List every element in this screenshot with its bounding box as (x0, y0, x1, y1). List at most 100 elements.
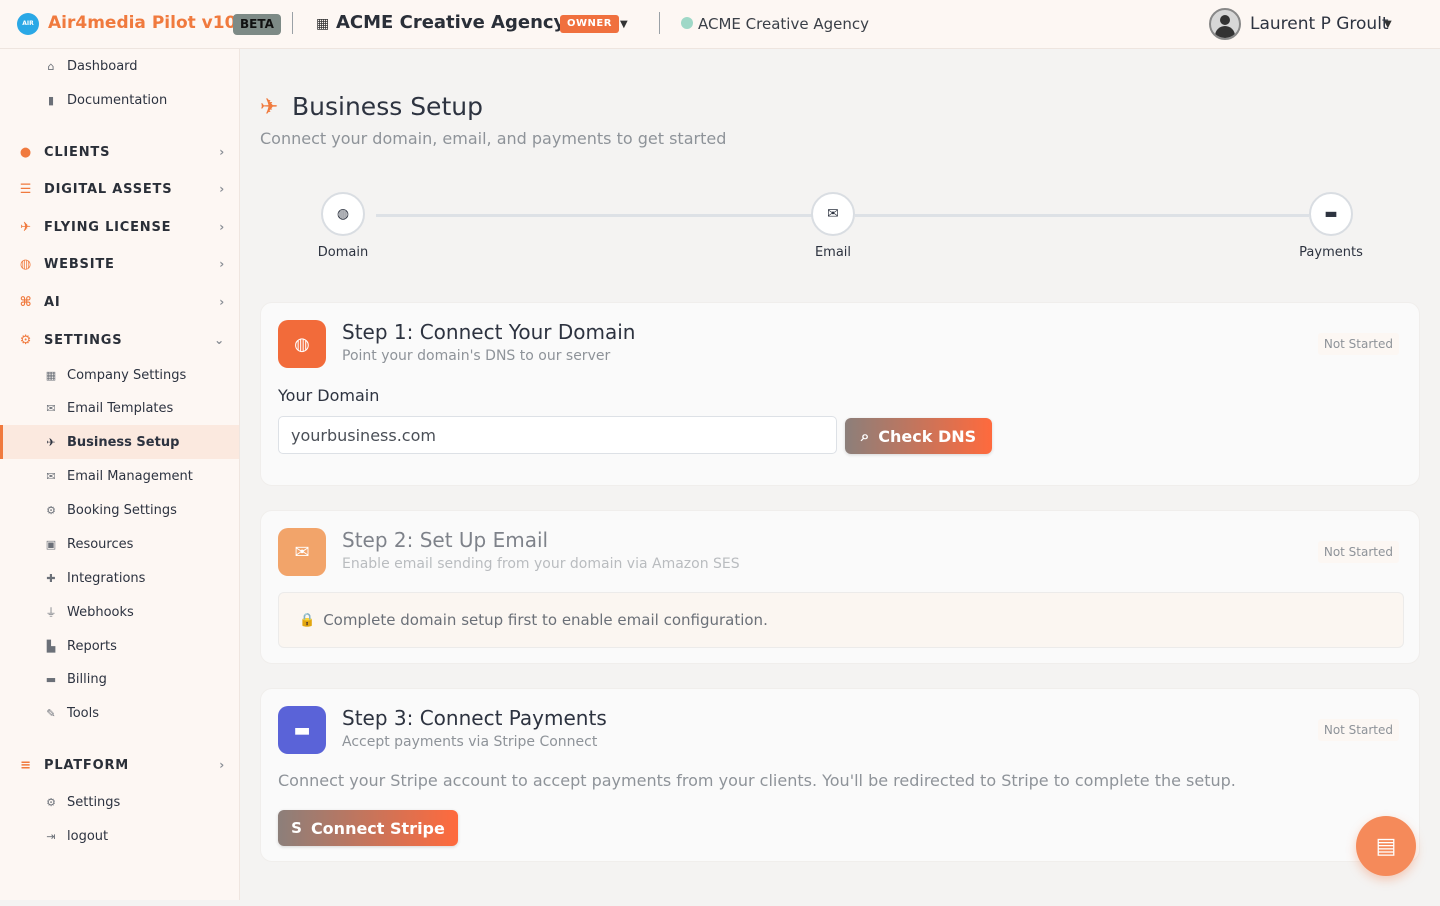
sidebar-item-company-settings[interactable]: ▦ Company Settings (0, 358, 239, 392)
stripe-description: Connect your Stripe account to accept pa… (278, 771, 1236, 790)
notice-text: Complete domain setup first to enable em… (323, 611, 768, 629)
sidebar: ⌂ Dashboard ▮ Documentation ● CLIENTS › … (0, 49, 240, 900)
step3-card: ▬ Step 3: Connect Payments Accept paymen… (260, 688, 1420, 862)
sidebar-item-label: Booking Settings (67, 502, 177, 518)
caret-down-icon[interactable]: ▼ (1384, 19, 1392, 30)
owner-badge: OWNER (560, 15, 619, 33)
search-icon: ⌕ (860, 427, 870, 445)
tools-icon: ✎ (46, 706, 56, 720)
sidebar-section-label: AI (44, 294, 61, 310)
sidebar-section-settings[interactable]: ⚙ SETTINGS ⌄ (0, 323, 239, 357)
step3-title: Step 3: Connect Payments (342, 706, 607, 730)
divider (292, 12, 293, 34)
logout-icon: ⇥ (46, 829, 56, 843)
sidebar-item-platform-settings[interactable]: ⚙ Settings (0, 785, 239, 819)
step1-title: Step 1: Connect Your Domain (342, 320, 636, 344)
globe-icon: ◍ (336, 206, 350, 222)
sidebar-section-label: WEBSITE (44, 256, 115, 272)
home-icon: ⌂ (47, 59, 55, 73)
avatar[interactable] (1209, 8, 1241, 40)
sidebar-item-email-templates[interactable]: ✉ Email Templates (0, 391, 239, 425)
step1-card: ◍ Step 1: Connect Your Domain Point your… (260, 302, 1420, 486)
sidebar-section-clients[interactable]: ● CLIENTS › (0, 135, 239, 169)
sidebar-item-business-setup[interactable]: ✈ Business Setup (0, 425, 239, 459)
email-locked-notice: 🔒 Complete domain setup first to enable … (278, 592, 1404, 648)
sidebar-item-tools[interactable]: ✎ Tools (0, 696, 239, 730)
envelope-icon: ✉ (46, 469, 56, 483)
button-label: Connect Stripe (310, 818, 445, 838)
status-badge: Not Started (1317, 719, 1399, 741)
chart-icon: ▙ (46, 639, 56, 653)
sidebar-item-label: Resources (67, 536, 134, 552)
sidebar-item-logout[interactable]: ⇥ logout (0, 819, 239, 853)
domain-input[interactable] (278, 416, 837, 454)
stepper-line (376, 214, 812, 217)
site-link[interactable]: ACME Creative Agency (698, 15, 869, 33)
rocket-icon: ✈ (20, 219, 32, 235)
chevron-down-icon: ⌄ (214, 333, 225, 347)
organization-name[interactable]: ACME Creative Agency (336, 12, 565, 33)
sidebar-section-label: PLATFORM (44, 757, 130, 773)
sidebar-item-integrations[interactable]: ✚ Integrations (0, 561, 239, 595)
sidebar-item-label: Dashboard (67, 58, 138, 74)
chevron-right-icon: › (219, 257, 225, 271)
chat-icon: ▤ (1375, 833, 1397, 859)
sidebar-section-ai[interactable]: ⌘ AI › (0, 285, 239, 319)
chat-button[interactable]: ▤ (1356, 816, 1416, 876)
sidebar-section-label: DIGITAL ASSETS (44, 181, 173, 197)
sidebar-item-reports[interactable]: ▙ Reports (0, 629, 239, 663)
sidebar-item-label: Reports (67, 638, 117, 654)
sidebar-item-label: Webhooks (67, 604, 134, 620)
page-subtitle: Connect your domain, email, and payments… (260, 129, 727, 148)
step-domain-circle[interactable]: ◍ (321, 192, 365, 236)
sidebar-item-webhooks[interactable]: ⏚ Webhooks (0, 595, 239, 629)
globe-icon: ◍ (19, 256, 33, 272)
stripe-icon: S (291, 819, 302, 837)
sidebar-item-booking-settings[interactable]: ⚙ Booking Settings (0, 493, 239, 527)
sidebar-section-label: SETTINGS (44, 332, 123, 348)
gear-icon: ⚙ (46, 795, 56, 809)
sidebar-item-documentation[interactable]: ▮ Documentation (0, 83, 239, 117)
step1-subtitle: Point your domain's DNS to our server (342, 348, 611, 364)
sidebar-item-label: Email Templates (67, 400, 174, 416)
sidebar-item-label: Settings (67, 794, 121, 810)
stepper-line (855, 214, 1309, 217)
step-label-email: Email (814, 245, 852, 260)
gear-icon: ⚙ (46, 503, 56, 517)
sidebar-section-flying-license[interactable]: ✈ FLYING LICENSE › (0, 210, 239, 244)
sidebar-section-website[interactable]: ◍ WEBSITE › (0, 247, 239, 281)
users-icon: ● (19, 144, 33, 160)
sidebar-item-billing[interactable]: ▬ Billing (0, 662, 239, 696)
sidebar-section-digital-assets[interactable]: ☰ DIGITAL ASSETS › (0, 172, 239, 206)
rocket-icon: ✈ (260, 95, 279, 120)
book-icon: ▮ (47, 93, 55, 107)
top-bar: AIR Air4media Pilot v10 BETA ▦ ACME Crea… (0, 0, 1440, 49)
app-brand[interactable]: Air4media Pilot v10 (48, 13, 236, 33)
step-label-payments: Payments (1299, 245, 1363, 260)
sidebar-item-dashboard[interactable]: ⌂ Dashboard (0, 49, 239, 83)
step2-title: Step 2: Set Up Email (342, 528, 549, 552)
sidebar-item-resources[interactable]: ▣ Resources (0, 527, 239, 561)
chevron-right-icon: › (219, 220, 225, 234)
sidebar-section-platform[interactable]: ≡ PLATFORM › (0, 748, 239, 782)
toolbox-icon: ▣ (45, 537, 57, 551)
page-title: Business Setup (292, 92, 483, 121)
chevron-right-icon: › (219, 182, 225, 196)
button-label: Check DNS (878, 426, 977, 446)
sidebar-item-label: Business Setup (67, 434, 180, 450)
step-payments-circle[interactable]: ▬ (1309, 192, 1353, 236)
check-dns-button[interactable]: ⌕ Check DNS (845, 418, 992, 454)
globe-icon: ◍ (278, 320, 326, 368)
sidebar-item-label: Email Management (67, 468, 193, 484)
sidebar-item-label: Documentation (67, 92, 168, 108)
step2-card: ✉ Step 2: Set Up Email Enable email send… (260, 510, 1420, 664)
caret-down-icon[interactable]: ▼ (620, 19, 628, 30)
connect-stripe-button[interactable]: S Connect Stripe (278, 810, 458, 846)
step2-subtitle: Enable email sending from your domain vi… (342, 556, 740, 572)
sidebar-item-email-management[interactable]: ✉ Email Management (0, 459, 239, 493)
air4media-logo[interactable]: AIR (17, 13, 39, 35)
step-email-circle[interactable]: ✉ (811, 192, 855, 236)
user-menu[interactable]: Laurent P Groult (1250, 14, 1389, 34)
robot-icon: ⌘ (19, 294, 33, 310)
envelope-open-icon: ✉ (46, 401, 56, 415)
